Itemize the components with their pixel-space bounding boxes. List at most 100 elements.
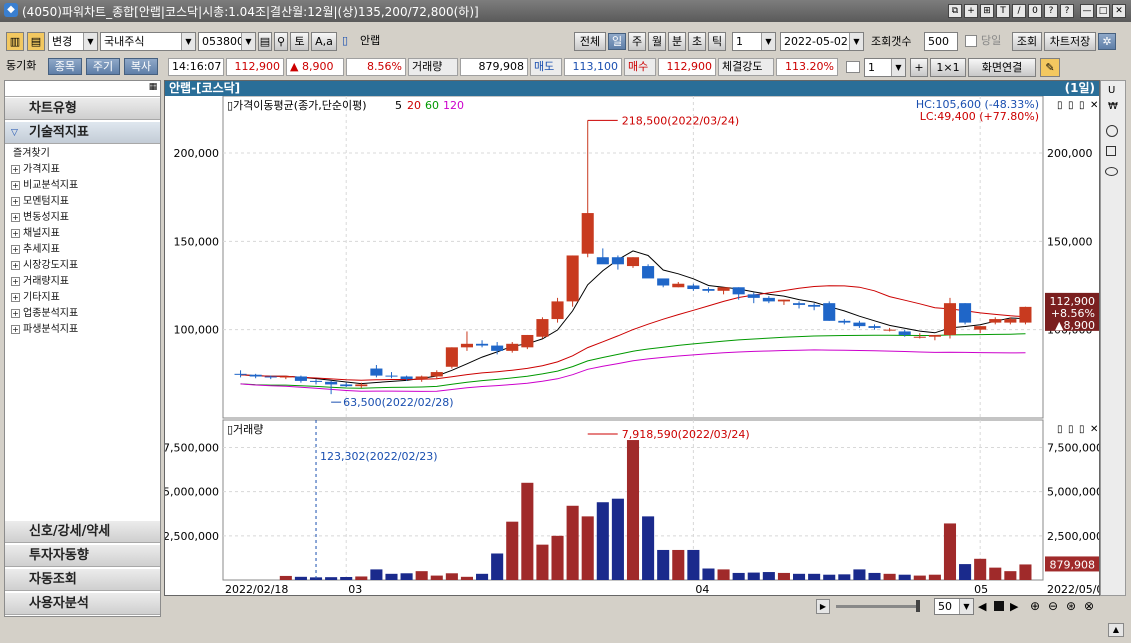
- maximize-icon[interactable]: □: [1096, 4, 1110, 18]
- expand-plus-icon[interactable]: +: [11, 196, 20, 206]
- layout-count-select[interactable]: 1 ▼: [864, 58, 906, 77]
- query-count-input[interactable]: 500: [924, 32, 958, 51]
- pen-icon[interactable]: ✎: [1040, 58, 1060, 77]
- period-month-button[interactable]: 월: [648, 32, 666, 51]
- period-count-input[interactable]: 1 ▼: [732, 32, 776, 51]
- market-select[interactable]: 국내주식 ▼: [100, 32, 196, 51]
- add-layout-button[interactable]: +: [910, 58, 928, 77]
- chart-panel[interactable]: 안랩-[코스닥] (1일) 200,000 200,000 150,000 150,0…: [164, 80, 1100, 596]
- stop-icon[interactable]: [994, 601, 1004, 611]
- user-analysis-section[interactable]: 사용자분석: [5, 593, 160, 615]
- layout-1x1-button[interactable]: 1×1: [930, 58, 966, 77]
- price-tick-left: 100,000: [174, 324, 220, 337]
- expand-plus-icon[interactable]: +: [11, 212, 20, 222]
- window-btn-7-icon[interactable]: ?: [1044, 4, 1058, 18]
- layout-preview-icon[interactable]: [846, 61, 860, 73]
- expand-plus-icon[interactable]: +: [11, 292, 20, 302]
- quote-time: 14:16:07: [168, 58, 224, 76]
- zoom-reset-icon[interactable]: ⊛: [1066, 599, 1076, 613]
- line-tool-icon[interactable]: ₩: [1108, 101, 1118, 112]
- investor-section[interactable]: 투자자동향: [5, 545, 160, 567]
- volume-tick-right: 7,500,000: [1047, 441, 1099, 454]
- expand-plus-icon[interactable]: +: [11, 228, 20, 238]
- tree-item[interactable]: + 채널지표: [11, 227, 60, 241]
- signal-section[interactable]: 신호/강세/약세: [5, 521, 160, 543]
- tree-item[interactable]: + 추세지표: [11, 243, 60, 257]
- save-chart-button[interactable]: 차트저장: [1044, 32, 1096, 51]
- expand-plus-icon[interactable]: +: [11, 276, 20, 286]
- same-day-checkbox[interactable]: [965, 35, 977, 47]
- window-btn-8-icon[interactable]: ?: [1060, 4, 1074, 18]
- indicator-search-input[interactable]: [5, 81, 160, 97]
- list-icon[interactable]: ▤: [258, 32, 272, 51]
- status-collapse-icon[interactable]: ▲: [1108, 623, 1124, 637]
- to-button[interactable]: 토: [290, 32, 309, 51]
- scroll-first-icon[interactable]: ◀: [978, 600, 986, 613]
- period-second-button[interactable]: 초: [688, 32, 706, 51]
- tree-item[interactable]: + 거래량지표: [11, 275, 69, 289]
- scroll-last-icon[interactable]: ▶: [1010, 600, 1018, 613]
- expand-plus-icon[interactable]: +: [11, 308, 20, 318]
- window-btn-5-icon[interactable]: /: [1012, 4, 1026, 18]
- tree-item[interactable]: 즐겨찾기: [13, 147, 50, 161]
- expand-plus-icon[interactable]: +: [11, 244, 20, 254]
- close-icon[interactable]: ✕: [1112, 4, 1126, 18]
- display-count-input[interactable]: 50 ▼: [934, 598, 974, 615]
- window-btn-6-icon[interactable]: 0: [1028, 4, 1042, 18]
- zoom-in-icon[interactable]: ⊕: [1030, 599, 1040, 613]
- volume-bar: [898, 574, 911, 580]
- search-button[interactable]: 조회: [1012, 32, 1042, 51]
- tree-item[interactable]: + 파생분석지표: [11, 323, 78, 337]
- tree-item[interactable]: + 모멘텀지표: [11, 195, 69, 209]
- expand-plus-icon[interactable]: +: [11, 164, 20, 174]
- aa-button[interactable]: A,a: [311, 32, 337, 51]
- cursor-tool-icon[interactable]: U: [1108, 85, 1115, 96]
- template-icon[interactable]: ▤: [27, 32, 45, 51]
- window-btn-3-icon[interactable]: ⊞: [980, 4, 994, 18]
- expand-plus-icon[interactable]: +: [11, 324, 20, 334]
- tree-item[interactable]: + 업종분석지표: [11, 307, 78, 321]
- period-tick-button[interactable]: 틱: [708, 32, 726, 51]
- minimize-icon[interactable]: —: [1080, 4, 1094, 18]
- settings-gear-icon[interactable]: ✲: [1098, 33, 1116, 50]
- chart-type-header[interactable]: 차트유형: [5, 98, 160, 120]
- window-btn-4-icon[interactable]: T: [996, 4, 1010, 18]
- rect-tool-icon[interactable]: [1106, 146, 1116, 156]
- screen-link-button[interactable]: 화면연결: [968, 58, 1036, 77]
- list-view-icon[interactable]: ▦: [147, 82, 159, 94]
- scroll-right-icon[interactable]: ▶: [816, 599, 830, 614]
- stock-code-input[interactable]: 053800 ▼: [198, 32, 256, 51]
- layout-icon[interactable]: ▥: [6, 32, 24, 51]
- candle-body: [838, 320, 851, 323]
- circle-tool-icon[interactable]: [1106, 125, 1118, 137]
- tree-item[interactable]: + 변동성지표: [11, 211, 69, 225]
- volume-panel-control-icon: ▯: [1079, 424, 1085, 435]
- period-minute-button[interactable]: 분: [668, 32, 686, 51]
- ellipse-tool-icon[interactable]: [1105, 167, 1118, 176]
- tree-item[interactable]: + 비교분석지표: [11, 179, 78, 193]
- expand-plus-icon[interactable]: +: [11, 260, 20, 270]
- indicators-header[interactable]: ▽ 기술적지표: [5, 122, 160, 144]
- tree-item[interactable]: + 시장강도지표: [11, 259, 78, 273]
- change-select[interactable]: 변경 ▼: [48, 32, 98, 51]
- volume-bar: [1019, 564, 1032, 580]
- expand-plus-icon[interactable]: +: [11, 180, 20, 190]
- window-btn-2-icon[interactable]: +: [964, 4, 978, 18]
- zoom-out-icon[interactable]: ⊖: [1048, 599, 1058, 613]
- sync-stock-button[interactable]: 종목: [48, 58, 82, 75]
- period-day-button[interactable]: 일: [608, 33, 626, 50]
- zoom-slider[interactable]: [836, 605, 920, 608]
- auto-query-section[interactable]: 자동조회: [5, 569, 160, 591]
- date-input[interactable]: 2022-05-02 ▼: [780, 32, 864, 51]
- price-volume-chart[interactable]: 200,000200,000150,000150,000100,000100,0…: [165, 96, 1099, 596]
- period-all-button[interactable]: 전체: [574, 32, 606, 51]
- sync-period-button[interactable]: 주기: [86, 58, 120, 75]
- search-icon[interactable]: ⚲: [274, 32, 288, 51]
- tree-item[interactable]: + 가격지표: [11, 163, 60, 177]
- window-btn-1-icon[interactable]: ⧉: [948, 4, 962, 18]
- sync-copy-button[interactable]: 복사: [124, 58, 158, 75]
- period-week-button[interactable]: 주: [628, 32, 646, 51]
- tree-item[interactable]: + 기타지표: [11, 291, 60, 305]
- zoom-fit-icon[interactable]: ⊗: [1084, 599, 1094, 613]
- zoom-slider-handle[interactable]: [916, 600, 920, 612]
